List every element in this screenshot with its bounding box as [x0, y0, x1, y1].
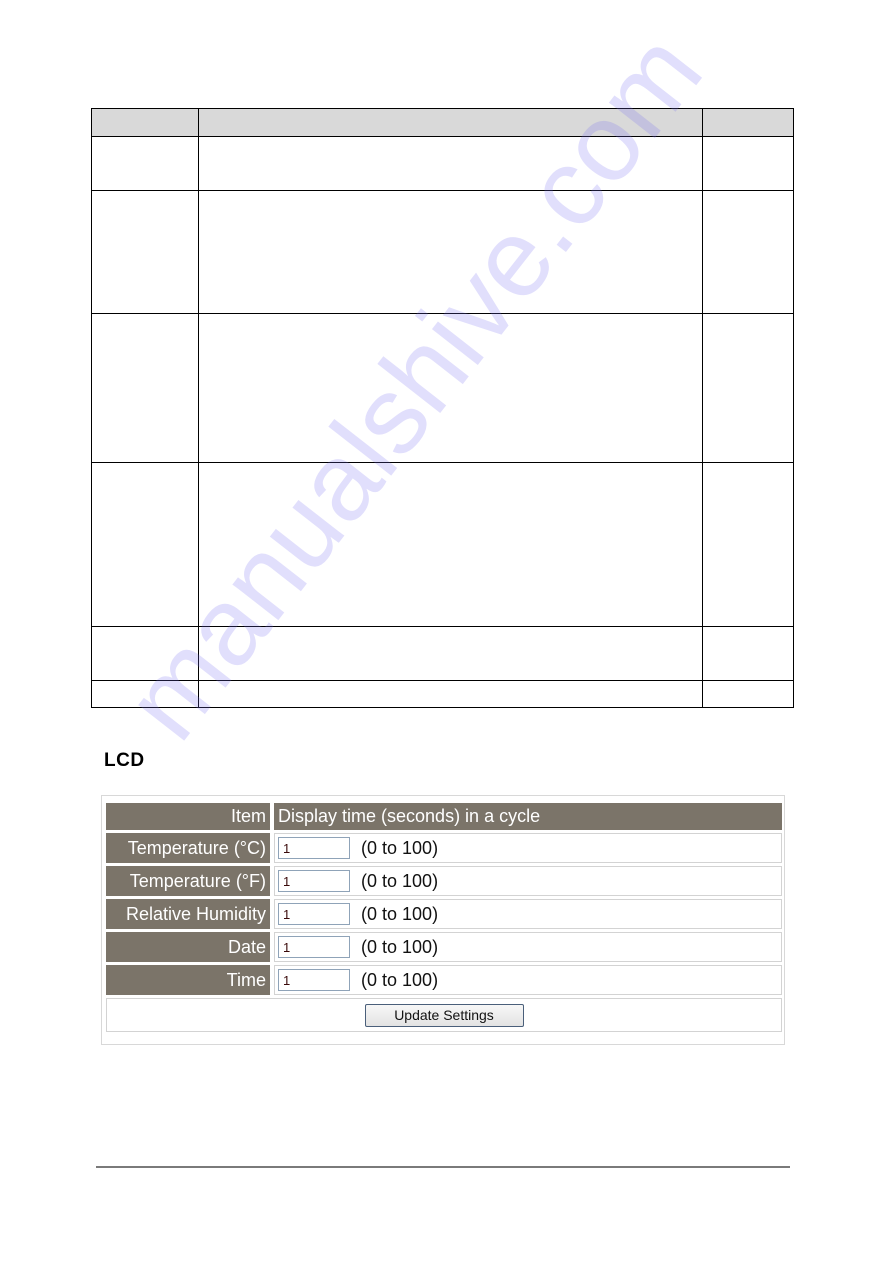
date-time-input[interactable] [278, 936, 350, 959]
item-column-header: Item [106, 803, 274, 830]
table-cell [702, 680, 794, 708]
table-cell [198, 190, 703, 314]
row-label: Temperature (°F) [106, 866, 274, 896]
table-cell [702, 313, 794, 463]
header-cell [198, 108, 703, 137]
lcd-settings-table: Item Display time (seconds) in a cycle T… [106, 800, 782, 1035]
lcd-settings-form: Item Display time (seconds) in a cycle T… [101, 795, 785, 1045]
table-cell [91, 190, 199, 314]
spec-table-header [91, 108, 794, 137]
lcd-button-row: Update Settings [106, 998, 782, 1032]
table-cell [91, 313, 199, 463]
lcd-row-temperature-c: Temperature (°C) (0 to 100) [106, 833, 782, 863]
range-hint: (0 to 100) [361, 936, 439, 957]
table-cell [702, 462, 794, 627]
humidity-time-input[interactable] [278, 903, 350, 926]
spec-table [91, 108, 794, 708]
row-label: Time [106, 965, 274, 995]
table-cell [702, 190, 794, 314]
table-cell [198, 313, 703, 463]
temperature-c-time-input[interactable] [278, 837, 350, 860]
table-cell [91, 680, 199, 708]
lcd-row-time: Time (0 to 100) [106, 965, 782, 995]
table-cell [702, 626, 794, 681]
table-cell [198, 462, 703, 627]
table-cell [91, 462, 199, 627]
table-cell [702, 136, 794, 191]
temperature-f-time-input[interactable] [278, 870, 350, 893]
footer-divider [96, 1166, 790, 1168]
table-row [91, 680, 794, 708]
table-row [91, 462, 794, 627]
display-time-column-header: Display time (seconds) in a cycle [274, 803, 782, 830]
lcd-row-temperature-f: Temperature (°F) (0 to 100) [106, 866, 782, 896]
range-hint: (0 to 100) [361, 903, 439, 924]
lcd-row-relative-humidity: Relative Humidity (0 to 100) [106, 899, 782, 929]
lcd-header-row: Item Display time (seconds) in a cycle [106, 803, 782, 830]
range-hint: (0 to 100) [361, 969, 439, 990]
table-cell [198, 626, 703, 681]
table-cell [198, 680, 703, 708]
row-label: Date [106, 932, 274, 962]
header-cell [91, 108, 199, 137]
header-cell [702, 108, 794, 137]
time-display-input[interactable] [278, 969, 350, 992]
table-row [91, 626, 794, 681]
lcd-row-date: Date (0 to 100) [106, 932, 782, 962]
row-label: Relative Humidity [106, 899, 274, 929]
table-row [91, 136, 794, 191]
lcd-section-heading: LCD [104, 750, 145, 771]
table-cell [91, 626, 199, 681]
table-row [91, 190, 794, 314]
update-settings-button[interactable]: Update Settings [364, 1003, 524, 1027]
row-label: Temperature (°C) [106, 833, 274, 863]
table-cell [91, 136, 199, 191]
range-hint: (0 to 100) [361, 870, 439, 891]
range-hint: (0 to 100) [361, 837, 439, 858]
table-row [91, 313, 794, 463]
table-cell [198, 136, 703, 191]
